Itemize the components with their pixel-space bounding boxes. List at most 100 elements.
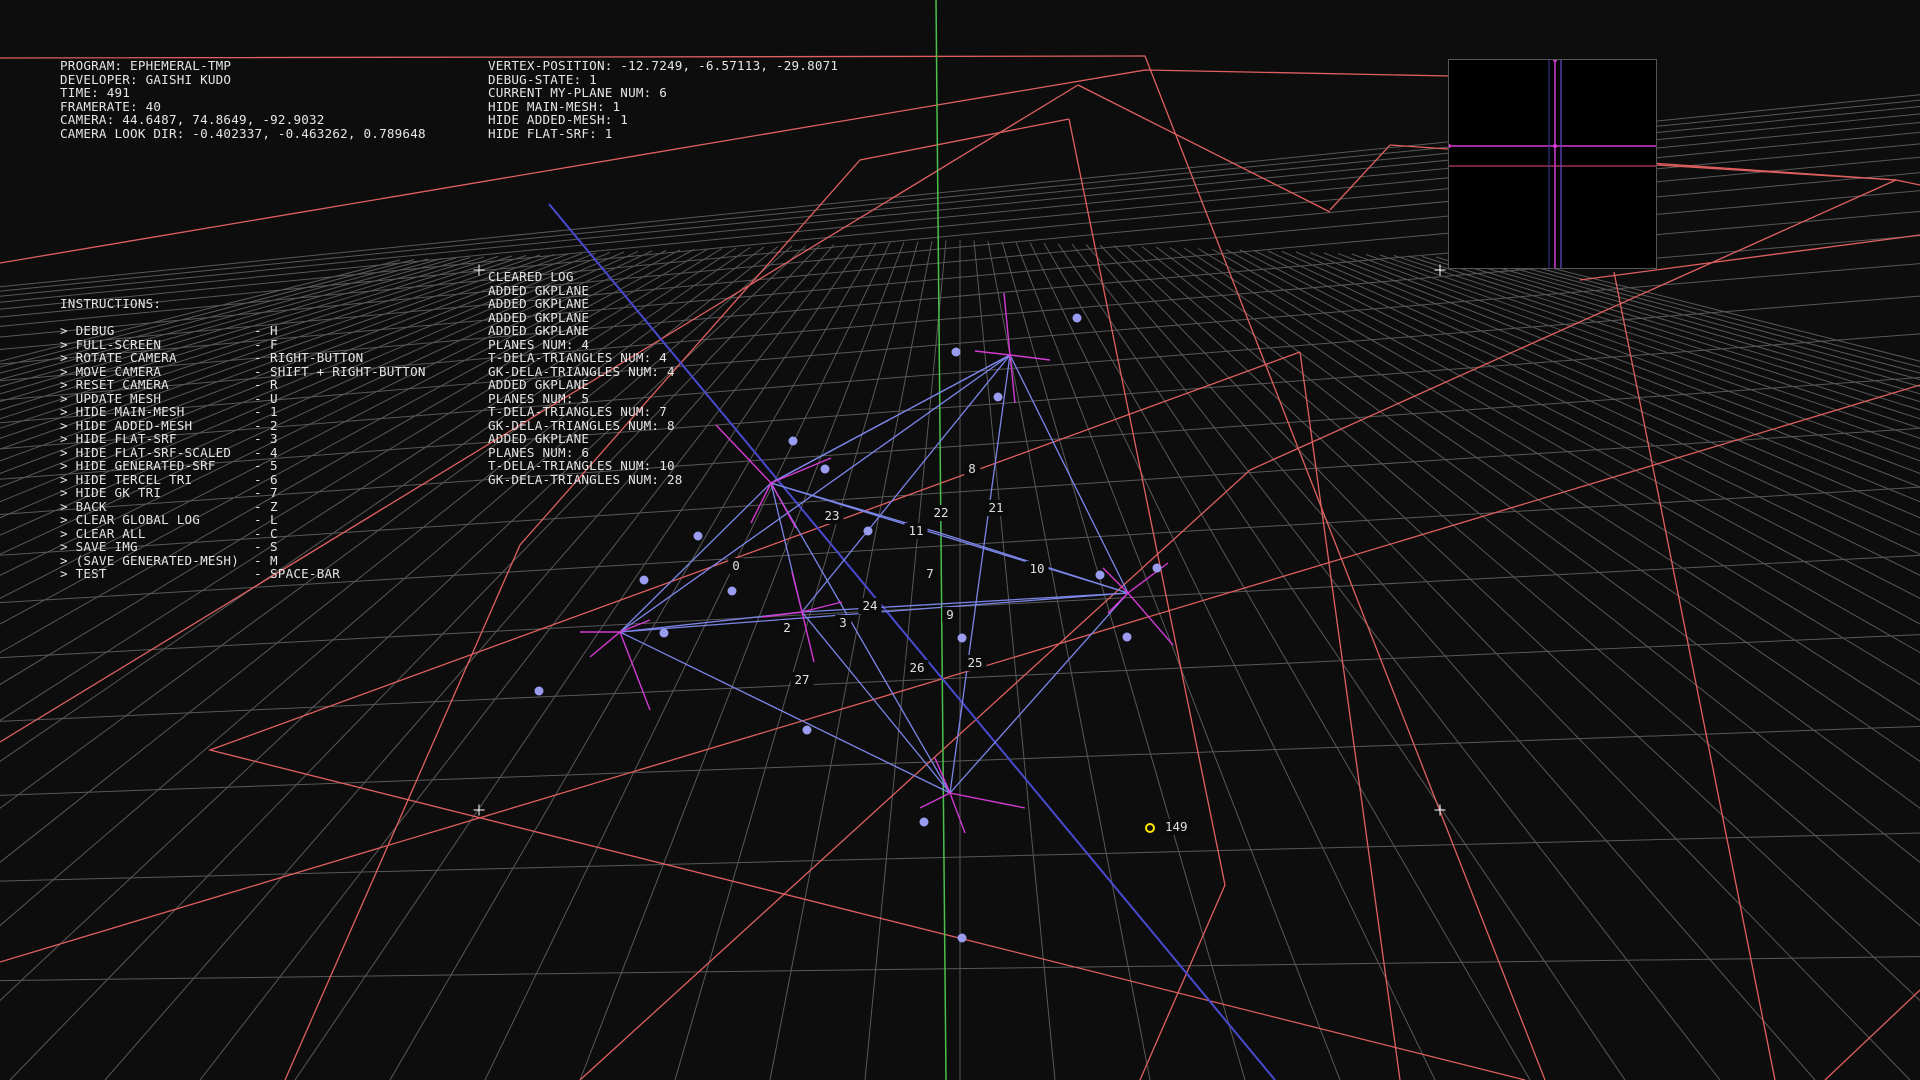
instruction-row: > RESET CAMERA - R bbox=[60, 378, 426, 392]
instruction-row: > SAVE IMG - S bbox=[60, 540, 426, 554]
log-line: GK-DELA-TRIANGLES NUM: 28 bbox=[488, 471, 683, 487]
instruction-dash: - bbox=[254, 458, 262, 473]
instruction-dash: - bbox=[254, 336, 262, 352]
info-line: VERTEX-POSITION: -12.7249, -6.57113, -29… bbox=[488, 58, 839, 73]
instruction-dash: - bbox=[254, 525, 262, 541]
instruction-dash: - bbox=[254, 431, 262, 446]
log-panel: CLEARED LOG ADDED GKPLANE ADDED GKPLANE ADD… bbox=[488, 270, 683, 486]
triangle-label: 2 bbox=[779, 620, 795, 636]
instruction-dash: - bbox=[254, 417, 262, 433]
instruction-dash: - bbox=[254, 512, 262, 527]
instruction-label: > SAVE IMG bbox=[60, 539, 138, 554]
triangle-label: 25 bbox=[963, 655, 987, 671]
instruction-label: > HIDE MAIN-MESH bbox=[60, 404, 185, 419]
instruction-label: > HIDE TERCEL TRI bbox=[60, 471, 193, 487]
instruction-label: > MOVE CAMERA bbox=[60, 363, 162, 379]
info-panel-right: VERTEX-POSITION: -12.7249, -6.57113, -29… bbox=[488, 59, 838, 140]
log-line: ADDED GKPLANE bbox=[488, 282, 590, 298]
instruction-dash: - bbox=[254, 539, 262, 554]
instruction-row: > CLEAR ALL - C bbox=[60, 525, 426, 541]
triangle-label: 22 bbox=[929, 505, 953, 521]
instruction-row: > HIDE FLAT-SRF-SCALED -4 bbox=[60, 444, 426, 460]
instruction-row: > UPDATE MESH - U bbox=[60, 390, 426, 406]
instruction-key: H bbox=[270, 323, 278, 338]
instruction-dash: - bbox=[254, 377, 262, 392]
log-line: T-DELA-TRIANGLES NUM: 7 bbox=[488, 404, 667, 419]
instruction-label: > UPDATE MESH bbox=[60, 390, 162, 406]
instruction-row: > FULL-SCREEN - F bbox=[60, 336, 426, 352]
instruction-dash: - bbox=[254, 390, 262, 406]
instruction-key: SPACE-BAR bbox=[270, 566, 341, 581]
instruction-label: > TEST bbox=[60, 566, 107, 581]
triangle-label: 26 bbox=[905, 660, 929, 676]
instruction-row: > HIDE ADDED-MESH -2 bbox=[60, 417, 426, 433]
info-line: HIDE MAIN-MESH: 1 bbox=[488, 98, 621, 114]
log-line: ADDED GKPLANE bbox=[488, 431, 590, 446]
info-line: HIDE FLAT-SRF: 1 bbox=[488, 125, 613, 141]
log-line: GK-DELA-TRIANGLES NUM: 8 bbox=[488, 417, 675, 433]
info-line: TIME: 491 bbox=[60, 85, 131, 100]
instruction-key: 1 bbox=[270, 404, 278, 419]
instruction-label: > CLEAR ALL bbox=[60, 525, 146, 541]
instruction-dash: - bbox=[254, 485, 262, 500]
instruction-label: > HIDE ADDED-MESH bbox=[60, 417, 193, 433]
instruction-dash: - bbox=[254, 444, 262, 460]
instruction-row: > TEST - SPACE-BAR bbox=[60, 567, 426, 581]
instruction-key: 2 bbox=[270, 417, 278, 433]
instruction-label: > CLEAR GLOBAL LOG bbox=[60, 512, 201, 527]
instruction-dash: - bbox=[254, 566, 262, 581]
info-line: PROGRAM: EPHEMERAL-TMP bbox=[60, 58, 232, 73]
instruction-row: > (SAVE GENERATED-MESH) - M bbox=[60, 552, 426, 568]
instruction-label: > HIDE FLAT-SRF bbox=[60, 431, 177, 446]
instruction-dash: - bbox=[254, 404, 262, 419]
crosshair-marker bbox=[473, 804, 485, 816]
log-line: T-DELA-TRIANGLES NUM: 10 bbox=[488, 458, 675, 473]
y-axis bbox=[935, 0, 947, 1080]
log-line: PLANES NUM: 4 bbox=[488, 336, 590, 352]
cursor-vertex-marker[interactable] bbox=[1145, 823, 1155, 833]
info-line: HIDE ADDED-MESH: 1 bbox=[488, 112, 629, 127]
log-line: ADDED GKPLANE bbox=[488, 323, 590, 338]
triangle-label: 0 bbox=[728, 558, 744, 574]
instructions-panel: INSTRUCTIONS: > DEBUG - H > FULL-SCREEN - F > … bbox=[60, 270, 426, 581]
instruction-label: > ROTATE CAMERA bbox=[60, 350, 177, 365]
instruction-dash: - bbox=[254, 363, 262, 379]
instruction-label: > (SAVE GENERATED-MESH) bbox=[60, 552, 239, 568]
instruction-label: > HIDE FLAT-SRF-SCALED bbox=[60, 444, 232, 460]
triangle-label: 8 bbox=[964, 461, 980, 477]
instruction-row: > BACK - Z bbox=[60, 498, 426, 514]
cursor-vertex-label: 149 bbox=[1161, 819, 1192, 835]
instruction-row: > HIDE GENERATED-SRF -5 bbox=[60, 459, 426, 473]
triangle-label: 11 bbox=[904, 523, 928, 539]
crosshair-marker bbox=[473, 264, 485, 276]
instruction-label: > FULL-SCREEN bbox=[60, 336, 162, 352]
instruction-key: 4 bbox=[270, 444, 278, 460]
instruction-key: RIGHT-BUTTON bbox=[270, 350, 364, 365]
instruction-key: 5 bbox=[270, 458, 278, 473]
instruction-key: F bbox=[270, 336, 278, 352]
info-line: CAMERA: 44.6487, 74.8649, -92.9032 bbox=[60, 112, 325, 127]
log-line: ADDED GKPLANE bbox=[488, 309, 590, 325]
triangle-label: 10 bbox=[1025, 561, 1049, 577]
info-line: CURRENT MY-PLANE NUM: 6 bbox=[488, 85, 667, 100]
crosshair-marker bbox=[1434, 804, 1446, 816]
triangle-label: 23 bbox=[820, 508, 844, 524]
log-line: GK-DELA-TRIANGLES NUM: 4 bbox=[488, 363, 675, 379]
log-line: PLANES NUM: 5 bbox=[488, 390, 590, 406]
triangle-label: 9 bbox=[942, 607, 958, 623]
instruction-dash: - bbox=[254, 471, 262, 487]
instruction-key: S bbox=[270, 539, 278, 554]
instruction-key: 7 bbox=[270, 485, 278, 500]
instruction-row: > ROTATE CAMERA - RIGHT-BUTTON bbox=[60, 351, 426, 365]
instruction-label: > RESET CAMERA bbox=[60, 377, 169, 392]
instruction-row: > MOVE CAMERA - SHIFT + RIGHT-BUTTON bbox=[60, 363, 426, 379]
instruction-row: > DEBUG - H bbox=[60, 324, 426, 338]
instruction-dash: - bbox=[254, 323, 262, 338]
info-line: FRAMERATE: 40 bbox=[60, 98, 162, 114]
instruction-row: > HIDE TERCEL TRI -6 bbox=[60, 471, 426, 487]
triangle-label: 3 bbox=[835, 615, 851, 631]
log-line: ADDED GKPLANE bbox=[488, 296, 590, 311]
instruction-dash: - bbox=[254, 350, 262, 365]
info-line: DEVELOPER: GAISHI KUDO bbox=[60, 71, 232, 87]
instruction-key: Z bbox=[270, 498, 278, 514]
